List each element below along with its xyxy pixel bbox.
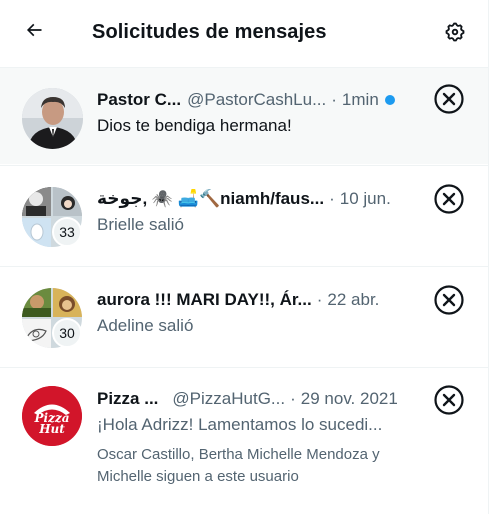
timestamp: 22 abr. xyxy=(327,290,380,309)
unread-indicator xyxy=(384,95,395,105)
request-header: aurora !!! MARI DAY!!, Ár... · 22 abr. xyxy=(97,289,379,311)
close-circle-icon xyxy=(433,384,465,421)
settings-button[interactable] xyxy=(437,16,473,52)
message-preview: ¡Hola Adrizz! Lamentamos lo sucedi... xyxy=(97,415,383,434)
sender-handle: @PastorCashLu... xyxy=(187,90,327,109)
timestamp: 1min xyxy=(341,90,379,109)
separator: · xyxy=(329,189,335,208)
header: Solicitudes de mensajes xyxy=(0,0,488,66)
group-name: aurora !!! MARI DAY!!, Ár... xyxy=(97,290,312,309)
request-header: Pizza ... @PizzaHutG... · 29 nov. 2021 xyxy=(97,388,398,410)
message-preview: Dios te bendiga hermana! xyxy=(97,116,292,135)
dismiss-button[interactable] xyxy=(432,384,466,421)
request-item[interactable]: 33 جوخة, 🕷️ 🛋️🔨niamh/faus... · 10 jun. B… xyxy=(0,165,488,265)
sender-name: Pastor C... xyxy=(97,90,182,109)
pizza-hut-logo: Pizza Hut xyxy=(22,386,82,446)
avatar[interactable] xyxy=(22,88,83,149)
back-button[interactable] xyxy=(16,14,52,50)
request-item[interactable]: Pizza Hut Pizza ... @PizzaHutG... · 29 n… xyxy=(0,367,488,514)
message-requests-page: Solicitudes de mensajes Pastor C... @Pas… xyxy=(0,0,495,514)
svg-text:Hut: Hut xyxy=(38,422,65,436)
group-avatar[interactable]: 30 xyxy=(22,288,82,348)
request-header: Pastor C... @PastorCashLu... · 1min xyxy=(97,89,395,111)
request-header: جوخة, 🕷️ 🛋️🔨niamh/faus... · 10 jun. xyxy=(97,188,391,210)
message-requests-panel: Solicitudes de mensajes Pastor C... @Pas… xyxy=(0,0,488,514)
dismiss-button[interactable] xyxy=(432,284,466,321)
separator: · xyxy=(290,389,296,408)
separator: · xyxy=(331,90,337,109)
arrow-left-icon xyxy=(24,20,44,45)
gear-icon xyxy=(444,21,466,48)
mutual-followers-text: Oscar Castillo, Bertha Michelle Mendoza … xyxy=(97,446,380,485)
close-circle-icon xyxy=(433,83,465,120)
dismiss-button[interactable] xyxy=(432,183,466,220)
group-name: جوخة, 🕷️ 🛋️🔨niamh/faus... xyxy=(97,189,325,208)
member-count-badge: 30 xyxy=(52,318,82,348)
request-item[interactable]: Pastor C... @PastorCashLu... · 1min Dios… xyxy=(0,67,488,164)
group-avatar[interactable]: 33 xyxy=(22,187,82,247)
timestamp: 29 nov. 2021 xyxy=(300,389,398,408)
message-preview: Brielle salió xyxy=(97,215,184,234)
close-circle-icon xyxy=(433,284,465,321)
request-item[interactable]: 30 aurora !!! MARI DAY!!, Ár... · 22 abr… xyxy=(0,266,488,366)
sender-name: Pizza ... xyxy=(97,389,159,408)
avatar[interactable]: Pizza Hut xyxy=(22,386,82,446)
message-preview: Adeline salió xyxy=(97,316,194,335)
page-title: Solicitudes de mensajes xyxy=(92,21,327,43)
timestamp: 10 jun. xyxy=(339,189,391,208)
sender-handle: @PizzaHutG... xyxy=(172,389,286,408)
close-circle-icon xyxy=(433,183,465,220)
dismiss-button[interactable] xyxy=(432,83,466,120)
separator: · xyxy=(316,290,323,309)
panel-divider xyxy=(488,0,489,514)
member-count-badge: 33 xyxy=(52,217,82,247)
